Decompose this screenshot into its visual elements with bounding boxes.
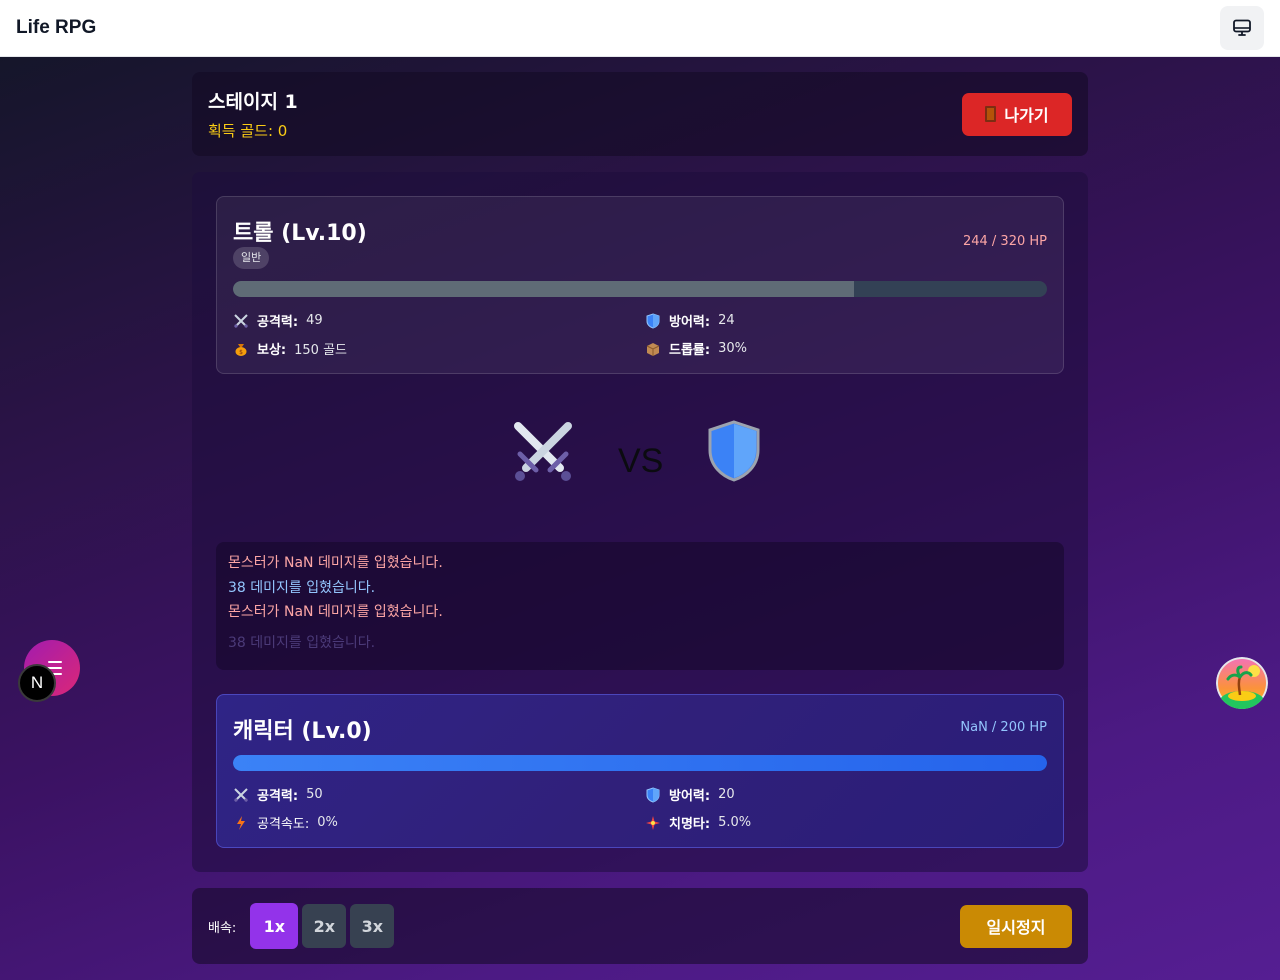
pause-button[interactable]: 일시정지: [960, 904, 1072, 948]
speed-3x-button[interactable]: 3x: [350, 904, 395, 948]
crossed-swords-icon: [234, 313, 248, 328]
device-toggle-button[interactable]: [1220, 6, 1264, 50]
package-icon: [646, 342, 660, 356]
character-hp-bar: [233, 755, 1047, 771]
character-stat-speed: 공격속도: 0%: [233, 813, 338, 832]
battle-panel: 트롤 (Lv.10) 244 / 320 HP 일반 공격력: 49 방어력: …: [192, 172, 1088, 872]
stage-header: 스테이지 1 획득 골드: 0 나가기: [192, 72, 1088, 156]
character-card: 캐릭터 (Lv.0) NaN / 200 HP 공격력: 50 방어력: 20 …: [216, 694, 1064, 848]
speed-2x-button[interactable]: 2x: [302, 904, 347, 948]
stat-label: 치명타:: [669, 817, 711, 832]
monster-tier-badge: 일반: [233, 247, 270, 269]
stat-label: 방어력:: [669, 789, 711, 804]
shield-icon: [646, 312, 660, 329]
stat-label: 공격력:: [257, 315, 299, 330]
stat-value: 150 골드: [294, 343, 347, 358]
log-entry: 38 데미지를 입혔습니다.: [228, 634, 376, 651]
stat-value: 50: [306, 787, 323, 802]
character-stat-attack: 공격력: 50: [233, 785, 323, 804]
battle-log: 몬스터가 NaN 데미지를 입혔습니다. 38 데미지를 입혔습니다. 몬스터가…: [216, 542, 1064, 670]
character-name: 캐릭터 (Lv.0): [233, 719, 372, 744]
monster-stat-droprate: 드롭률: 30%: [645, 339, 747, 358]
gold-earned: 획득 골드: 0: [208, 122, 288, 140]
island-avatar-button[interactable]: [1216, 657, 1268, 709]
speed-label: 배속:: [208, 920, 237, 936]
sparkle-icon: [646, 815, 660, 830]
top-navbar: Life RPG: [0, 0, 1280, 57]
next-dev-badge[interactable]: N: [18, 664, 56, 702]
stat-label: 방어력:: [669, 315, 711, 330]
stage-title: 스테이지 1: [208, 91, 298, 113]
character-stat-critical: 치명타: 5.0%: [645, 813, 751, 832]
island-icon: [1216, 657, 1268, 709]
monster-name: 트롤 (Lv.10): [233, 221, 367, 246]
stat-value: 5.0%: [718, 815, 752, 830]
stat-label: 드롭률:: [669, 343, 711, 358]
vs-text: VS: [618, 442, 664, 480]
monster-stat-reward: $ 보상: 150 골드: [233, 339, 347, 358]
monster-card: 트롤 (Lv.10) 244 / 320 HP 일반 공격력: 49 방어력: …: [216, 196, 1064, 374]
exit-label: 나가기: [1004, 106, 1049, 125]
speed-controls: 배속: 1x 2x 3x 일시정지: [192, 888, 1088, 964]
door-icon: [985, 106, 997, 122]
stat-value: 30%: [718, 341, 747, 356]
app-title[interactable]: Life RPG: [16, 17, 96, 39]
stat-value: 20: [718, 787, 735, 802]
character-hp-text: NaN / 200 HP: [960, 720, 1047, 735]
crossed-swords-icon: [514, 422, 572, 481]
exit-button[interactable]: 나가기: [962, 92, 1072, 136]
monster-hp-bar: [233, 281, 1047, 297]
stat-value: 24: [718, 313, 735, 328]
lightning-icon: [237, 815, 245, 830]
character-hp-fill: [233, 755, 1047, 771]
monster-stat-attack: 공격력: 49: [233, 311, 323, 330]
monster-stat-defense: 방어력: 24: [645, 311, 735, 330]
monster-hp-fill: [233, 281, 854, 297]
svg-text:$: $: [239, 349, 243, 356]
monitor-icon: [1233, 19, 1251, 36]
shield-icon: [708, 420, 760, 482]
stat-value: 0%: [317, 815, 338, 830]
crossed-swords-icon: [234, 787, 248, 802]
stat-label: 보상:: [257, 343, 287, 358]
shield-icon: [646, 786, 660, 803]
money-bag-icon: $: [235, 343, 247, 356]
log-entry: 38 데미지를 입혔습니다.: [228, 579, 376, 596]
stat-value: 49: [306, 313, 323, 328]
stat-label: 공격속도:: [257, 817, 310, 832]
speed-1x-button[interactable]: 1x: [250, 903, 299, 949]
character-stat-defense: 방어력: 20: [645, 785, 735, 804]
log-entry: 몬스터가 NaN 데미지를 입혔습니다.: [228, 604, 443, 620]
monster-hp-text: 244 / 320 HP: [962, 234, 1047, 249]
log-entry: 몬스터가 NaN 데미지를 입혔습니다.: [228, 555, 443, 571]
stat-label: 공격력:: [257, 789, 299, 804]
